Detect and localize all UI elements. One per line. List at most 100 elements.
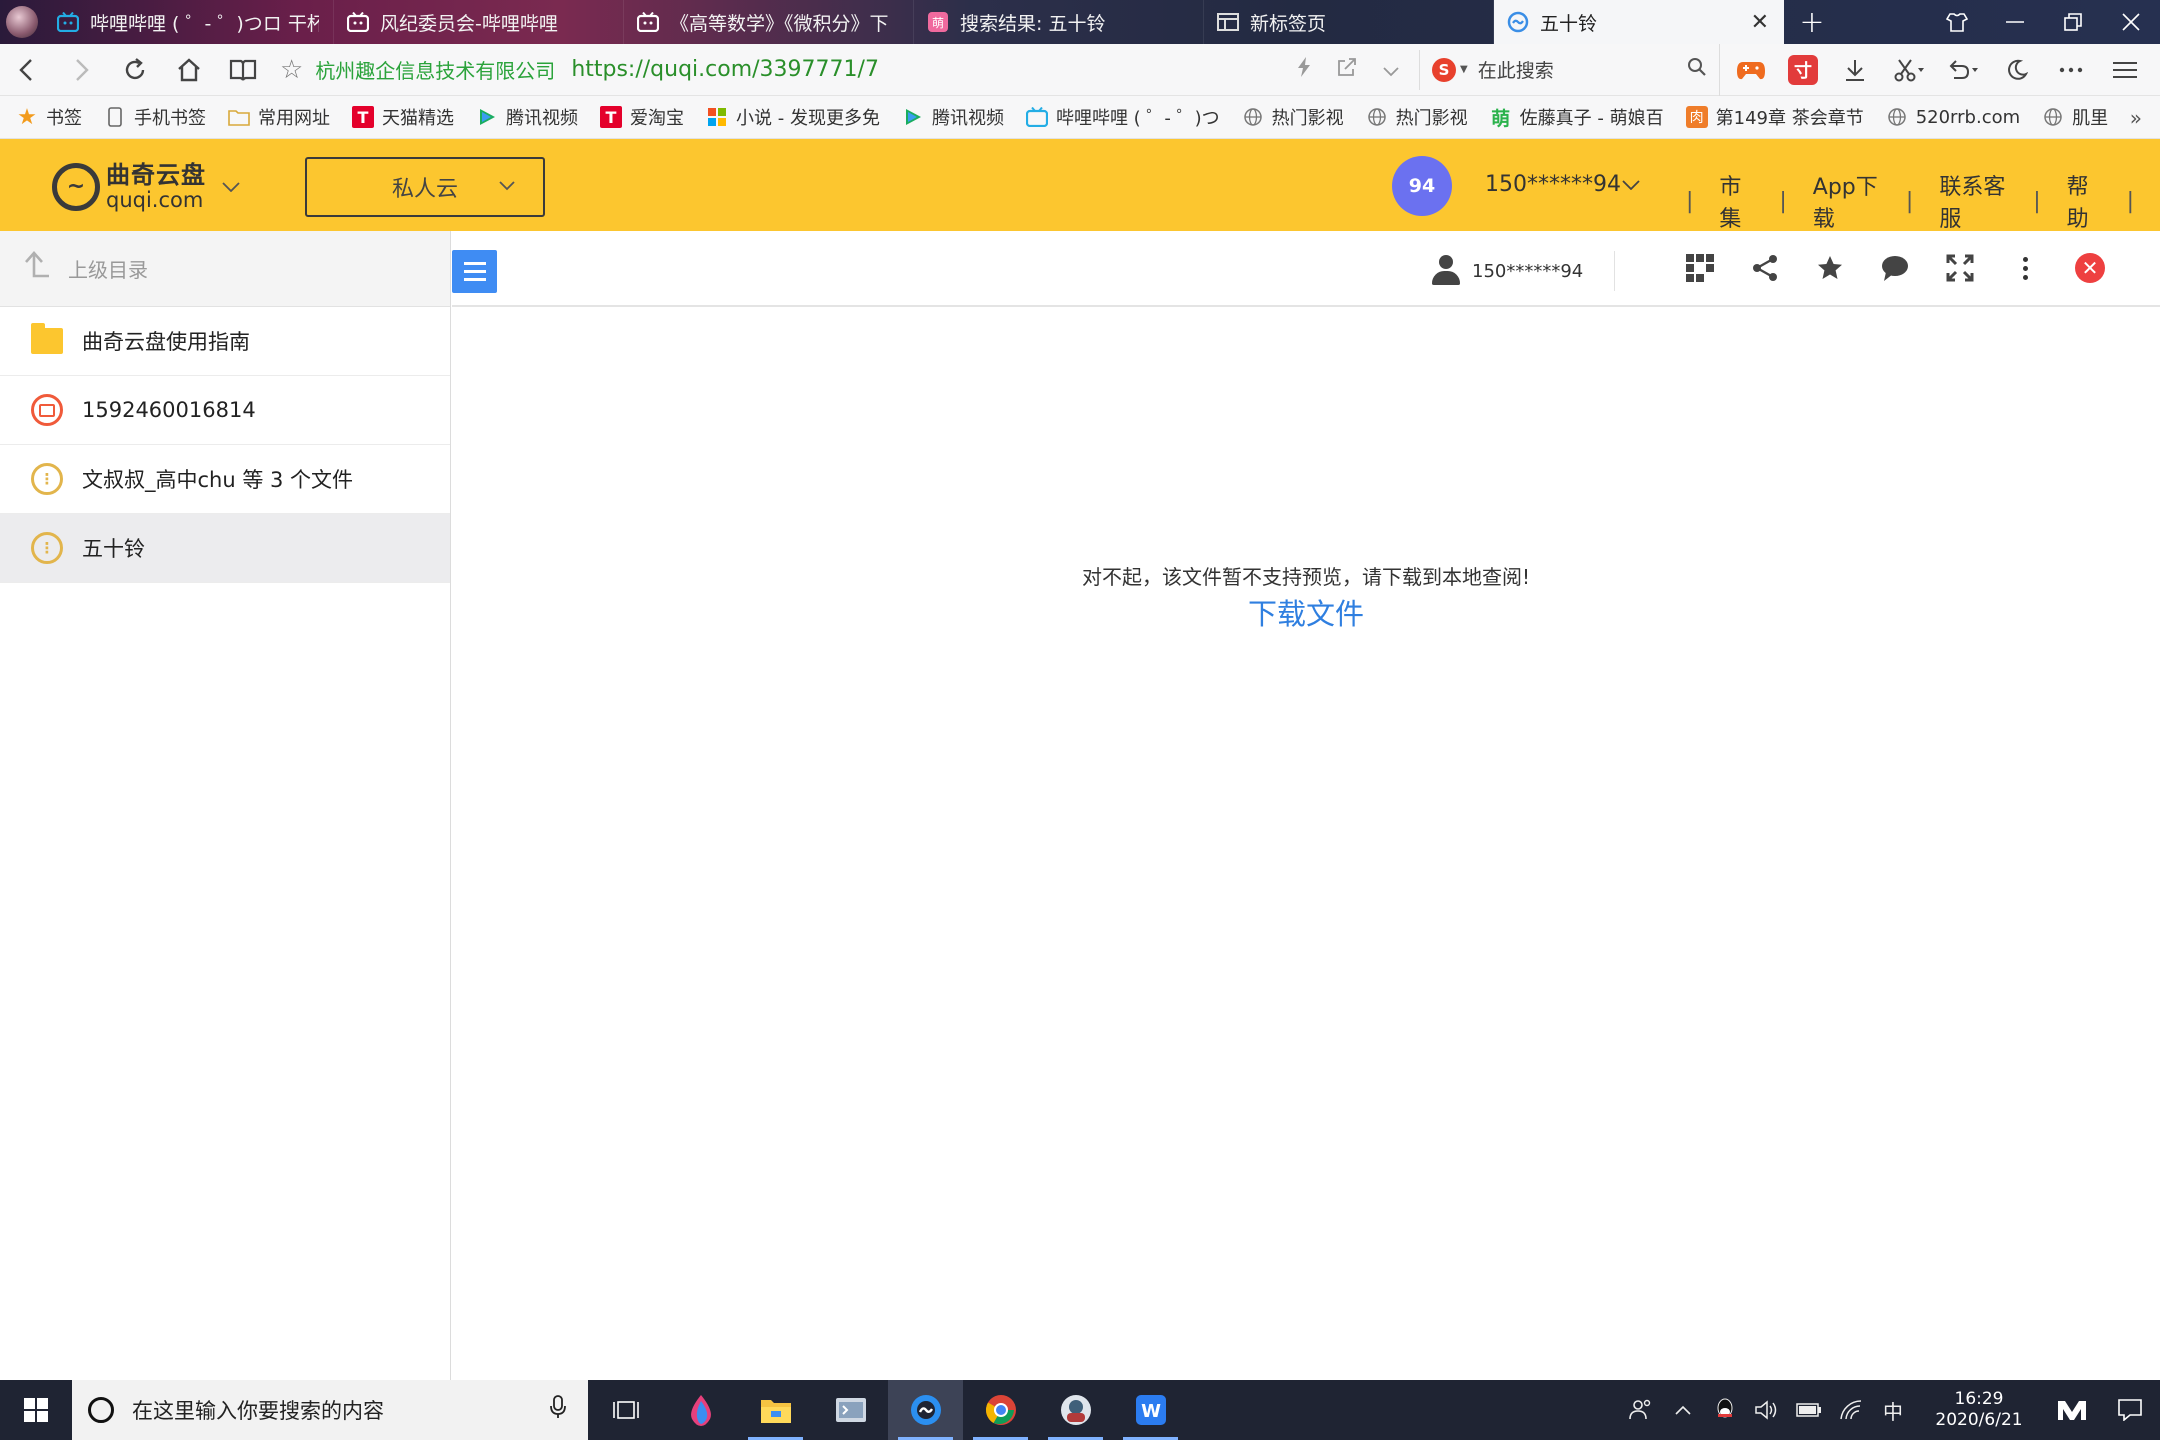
download-icon[interactable] xyxy=(1838,53,1872,87)
parent-directory-button[interactable]: 上级目录 xyxy=(0,231,450,307)
taskbar-app-wps[interactable]: W xyxy=(1113,1380,1188,1440)
taskbar-app-terminal[interactable] xyxy=(813,1380,888,1440)
reload-button[interactable] xyxy=(108,44,162,96)
chevron-down-icon[interactable] xyxy=(1383,58,1399,82)
bookmark-item[interactable]: 腾讯视频 xyxy=(902,104,1004,130)
restore-icon[interactable] xyxy=(2044,0,2102,44)
taskbar-search[interactable]: 在这里输入你要搜索的内容 xyxy=(72,1380,588,1440)
ime-indicator[interactable]: 中 xyxy=(1872,1380,1914,1440)
sogou-icon[interactable]: S xyxy=(1432,57,1456,82)
bookmark-item[interactable]: 萌 佐藤真子 - 萌娘百 xyxy=(1490,104,1663,130)
browser-tab-active[interactable]: 五十铃 ✕ xyxy=(1494,0,1784,44)
bookmark-item[interactable]: 手机书签 xyxy=(104,104,206,130)
red-app-icon[interactable]: 寸 xyxy=(1788,54,1818,85)
browser-tab[interactable]: 《高等数学》《微积分》下 xyxy=(624,0,914,44)
bookmark-item[interactable]: 520rrb.com xyxy=(1886,106,2020,128)
caret-down-icon[interactable]: ▼ xyxy=(1460,64,1468,75)
window-close-icon[interactable] xyxy=(2102,0,2160,44)
browser-tab[interactable]: 风纪委员会-哔哩哔哩 xyxy=(334,0,624,44)
task-view-button[interactable] xyxy=(588,1380,663,1440)
chevron-down-icon[interactable] xyxy=(1622,171,1640,195)
market-link[interactable]: 市集 xyxy=(1719,169,1753,233)
bookmark-label: 手机书签 xyxy=(134,108,206,129)
bookmark-item[interactable]: 热门影视 xyxy=(1366,104,1468,130)
search-icon[interactable] xyxy=(1687,57,1707,83)
site-logo[interactable]: ~ 曲奇云盘 quqi.com xyxy=(52,163,206,211)
bookmark-star-icon[interactable]: ☆ xyxy=(280,55,303,85)
browser-tab[interactable]: 新标签页 xyxy=(1204,0,1494,44)
home-button[interactable] xyxy=(162,44,216,96)
back-button[interactable] xyxy=(0,44,54,96)
app-download-link[interactable]: App下载 xyxy=(1813,169,1880,233)
battery-icon[interactable] xyxy=(1788,1380,1830,1440)
bookmark-item[interactable]: ★ 书签 xyxy=(16,104,82,130)
url-field[interactable]: ☆ 杭州趣企信息技术有限公司 https://quqi.com/3397771/… xyxy=(280,44,1419,96)
url-text[interactable]: https://quqi.com/3397771/7 xyxy=(571,57,879,82)
share-out-icon[interactable] xyxy=(1337,57,1357,82)
notification-icon[interactable] xyxy=(2100,1380,2160,1440)
bookmark-item[interactable]: T 爱淘宝 xyxy=(600,104,684,130)
download-file-link[interactable]: 下载文件 xyxy=(452,591,2160,633)
qr-code-icon[interactable] xyxy=(1684,251,1716,285)
taskbar-app-game[interactable] xyxy=(1038,1380,1113,1440)
contact-support-link[interactable]: 联系客服 xyxy=(1939,169,2007,233)
minimize-icon[interactable] xyxy=(1986,0,2044,44)
file-item-selected[interactable]: ⋮ 五十铃 xyxy=(0,514,450,583)
close-preview-icon[interactable]: ✕ xyxy=(2074,251,2106,285)
bookmark-item[interactable]: 热门影视 xyxy=(1242,104,1344,130)
file-item[interactable]: 1592460016814 xyxy=(0,376,450,445)
bookmark-item[interactable]: 小说 - 发现更多免 xyxy=(706,104,880,130)
share-icon[interactable] xyxy=(1749,251,1781,285)
file-item[interactable]: 曲奇云盘使用指南 xyxy=(0,307,450,376)
hamburger-menu-icon[interactable] xyxy=(2108,53,2142,87)
taskbar-search-input[interactable]: 在这里输入你要搜索的内容 xyxy=(132,1395,550,1425)
comment-icon[interactable] xyxy=(1879,251,1911,285)
file-item[interactable]: ⋮ 文叔叔_高中chu 等 3 个文件 xyxy=(0,445,450,514)
bookmark-item[interactable]: 腾讯视频 xyxy=(476,104,578,130)
lightning-icon[interactable] xyxy=(1297,57,1311,82)
search-box[interactable]: S ▼ 在此搜索 xyxy=(1419,49,1719,90)
user-name[interactable]: 150******94 xyxy=(1485,172,1621,197)
taskbar-app-browser[interactable] xyxy=(888,1380,963,1440)
taskbar-app-chrome[interactable] xyxy=(963,1380,1038,1440)
bookmark-item[interactable]: 肉 第149章 茶会章节 xyxy=(1685,104,1864,130)
start-button[interactable] xyxy=(0,1380,72,1440)
close-icon[interactable]: ✕ xyxy=(1751,10,1769,35)
scissors-icon[interactable] xyxy=(1892,53,1926,87)
help-link[interactable]: 帮助 xyxy=(2067,169,2101,233)
skin-icon[interactable] xyxy=(1928,0,1986,44)
microphone-icon[interactable] xyxy=(550,1395,566,1425)
chevron-down-icon[interactable] xyxy=(222,173,240,197)
more-horizontal-icon[interactable] xyxy=(2054,53,2088,87)
app-tray-icon[interactable] xyxy=(2044,1380,2100,1440)
new-tab-button[interactable]: + xyxy=(1784,0,1840,44)
bookmarks-more-icon[interactable]: » xyxy=(2130,106,2142,130)
forward-button[interactable] xyxy=(54,44,108,96)
game-controller-icon[interactable] xyxy=(1734,53,1768,87)
search-input[interactable]: 在此搜索 xyxy=(1478,56,1687,83)
reading-mode-button[interactable] xyxy=(216,44,270,96)
more-vertical-icon[interactable] xyxy=(2009,251,2041,285)
browser-tab[interactable]: 哔哩哔哩 ( ゜- ゜)つロ 干杯~ xyxy=(44,0,334,44)
profile-avatar[interactable] xyxy=(0,0,44,44)
bookmark-item[interactable]: 哔哩哔哩 ( ゜- ゜)つ xyxy=(1025,104,1220,130)
night-mode-icon[interactable] xyxy=(2000,53,2034,87)
taskbar-app-paint[interactable] xyxy=(663,1380,738,1440)
qq-icon[interactable] xyxy=(1704,1380,1746,1440)
fullscreen-icon[interactable] xyxy=(1944,251,1976,285)
favorite-star-icon[interactable] xyxy=(1814,251,1846,285)
volume-icon[interactable] xyxy=(1746,1380,1788,1440)
people-icon[interactable] xyxy=(1620,1380,1662,1440)
taskbar-app-file-explorer[interactable] xyxy=(738,1380,813,1440)
bookmark-item[interactable]: 常用网址 xyxy=(228,104,330,130)
undo-icon[interactable] xyxy=(1946,53,1980,87)
browser-tab[interactable]: 萌 搜索结果: 五十铃 xyxy=(914,0,1204,44)
user-avatar-badge[interactable]: 94 xyxy=(1392,156,1452,216)
bookmark-item[interactable]: T 天猫精选 xyxy=(352,104,454,130)
space-select[interactable]: 私人云 xyxy=(305,157,545,217)
chevron-up-icon[interactable] xyxy=(1662,1380,1704,1440)
bookmark-item[interactable]: 肌里 xyxy=(2042,104,2108,130)
wifi-icon[interactable] xyxy=(1830,1380,1872,1440)
toggle-sidebar-button[interactable] xyxy=(452,250,497,293)
clock[interactable]: 16:29 2020/6/21 xyxy=(1924,1389,2034,1432)
